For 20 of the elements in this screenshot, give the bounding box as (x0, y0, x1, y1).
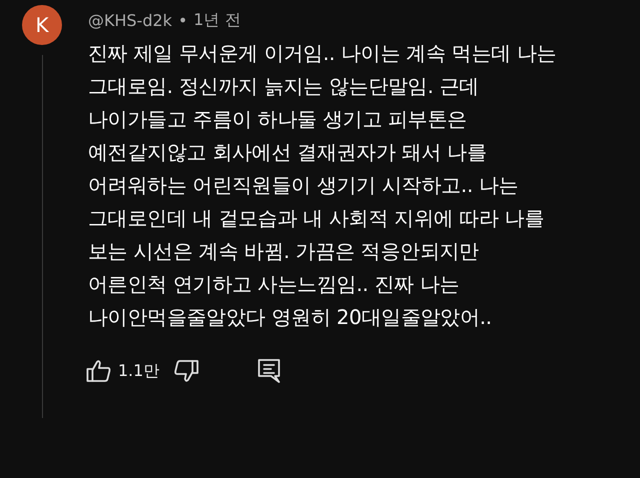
comment-text-line: 예전같지않고 회사에선 결재권자가 돼서 나를 (88, 139, 488, 166)
author-name[interactable]: @KHS-d2k (88, 10, 172, 30)
reply-button[interactable] (257, 358, 282, 384)
avatar[interactable]: K (22, 5, 62, 45)
dislike-button[interactable] (173, 359, 200, 383)
comment-text-line: 그대로인데 내 겉모습과 내 사회적 지위에 따라 나를 (88, 205, 546, 232)
thumbs-up-icon (86, 359, 112, 383)
comment-icon (257, 358, 282, 384)
comment-text-line: 보는 시선은 계속 바뀜. 가끔은 적응안되지만 (88, 238, 480, 265)
comment-text-line: 그대로임. 정신까지 늙지는 않는단말임. 근데 (88, 73, 480, 100)
comment-text-line: 진짜 제일 무서운게 이거임.. 나이는 계속 먹는데 나는 (88, 40, 558, 67)
timestamp[interactable]: 1년 전 (194, 10, 241, 30)
comment-text-line: 어려워하는 어린직원들이 생기기 시작하고.. 나는 (88, 172, 520, 199)
thumbs-down-icon (173, 359, 200, 383)
separator: • (178, 10, 188, 30)
comment-text-line: 나이가들고 주름이 하나둘 생기고 피부톤은 (88, 106, 468, 133)
comment-text-line: 나이안먹을줄알았다 영원히 20대일줄알았어.. (88, 304, 493, 331)
like-button[interactable] (86, 359, 112, 383)
like-count: 1.1만 (118, 360, 160, 382)
comment-text-line: 어른인척 연기하고 사는느낌임.. 진짜 나는 (88, 271, 460, 298)
